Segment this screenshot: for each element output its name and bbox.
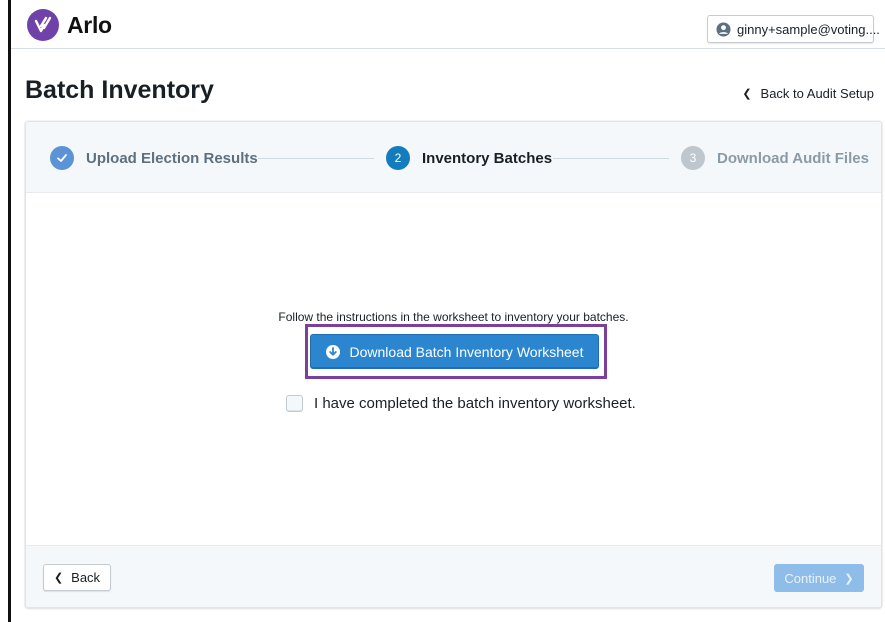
- step-download-audit-files: 3 Download Audit Files: [681, 146, 869, 170]
- step-connector: [258, 158, 374, 159]
- user-menu-button[interactable]: ginny+sample@voting....: [707, 15, 880, 43]
- app-logo[interactable]: Arlo: [27, 9, 112, 41]
- step-inventory-batches: 2 Inventory Batches: [386, 146, 552, 170]
- user-email-label: ginny+sample@voting....: [737, 21, 880, 37]
- continue-button[interactable]: Continue ❯: [774, 564, 864, 592]
- step-label: Upload Election Results: [86, 149, 258, 167]
- card-footer: ❮ Back Continue ❯: [26, 545, 881, 607]
- step-number-badge: 2: [386, 146, 410, 170]
- back-button-label: Back: [71, 570, 101, 585]
- app-name: Arlo: [67, 11, 112, 38]
- card-body: Follow the instructions in the worksheet…: [26, 194, 881, 546]
- chevron-left-icon: ❮: [53, 572, 64, 584]
- step-label: Download Audit Files: [717, 149, 869, 167]
- back-button[interactable]: ❮ Back: [43, 564, 111, 591]
- top-navbar: Arlo ginny+sample@voting....: [11, 0, 885, 49]
- arlo-check-logo-icon: [27, 9, 59, 41]
- continue-button-label: Continue: [784, 570, 837, 586]
- step-connector: [553, 158, 669, 159]
- step-label: Inventory Batches: [422, 149, 553, 167]
- left-edge-rule: [8, 0, 11, 622]
- download-worksheet-label: Download Batch Inventory Worksheet: [349, 343, 584, 360]
- back-to-audit-setup-link[interactable]: ❮ Back to Audit Setup: [742, 86, 874, 101]
- chevron-left-icon: ❮: [742, 88, 752, 100]
- completed-worksheet-checkbox-row[interactable]: I have completed the batch inventory wor…: [286, 395, 636, 412]
- checkmark-icon: [50, 146, 74, 170]
- download-worksheet-button[interactable]: Download Batch Inventory Worksheet: [310, 334, 599, 369]
- chevron-right-icon: ❯: [844, 572, 854, 585]
- progress-stepper: Upload Election Results 2 Inventory Batc…: [26, 122, 881, 193]
- completed-worksheet-checkbox[interactable]: [286, 395, 303, 412]
- completed-worksheet-label: I have completed the batch inventory wor…: [314, 395, 636, 412]
- instructions-text: Follow the instructions in the worksheet…: [278, 310, 629, 324]
- user-icon: [716, 21, 731, 37]
- step-number-badge: 3: [681, 146, 705, 170]
- back-to-audit-setup-label: Back to Audit Setup: [760, 86, 874, 101]
- download-circle-icon: [325, 344, 340, 359]
- page-title: Batch Inventory: [25, 76, 214, 104]
- batch-inventory-card: Upload Election Results 2 Inventory Batc…: [25, 121, 882, 608]
- step-upload-election-results: Upload Election Results: [50, 146, 258, 170]
